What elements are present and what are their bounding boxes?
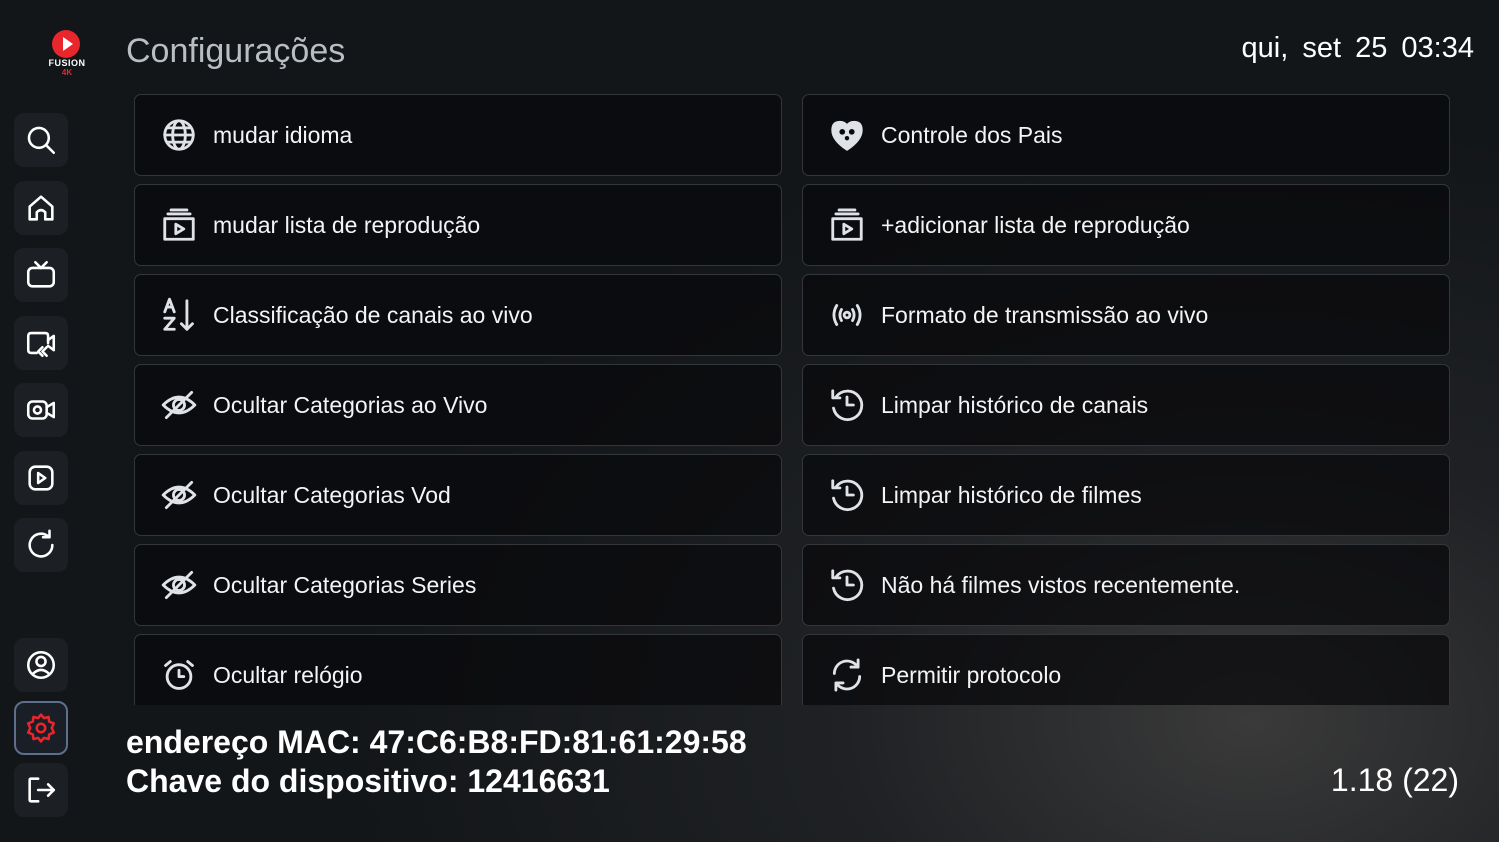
- nav-home-button[interactable]: [14, 181, 68, 235]
- eye-off-icon: [157, 383, 201, 427]
- tv-icon: [26, 260, 56, 288]
- logo-sub: 4K: [61, 68, 73, 77]
- setting-label: Classificação de canais ao vivo: [213, 301, 533, 328]
- alarm-clock-icon: [157, 653, 201, 697]
- nav-account-button[interactable]: [14, 638, 68, 692]
- nav-series-button[interactable]: [14, 451, 68, 505]
- setting-label: mudar idioma: [213, 121, 353, 148]
- setting-label: Ocultar relógio: [213, 661, 363, 688]
- nav-refresh-button[interactable]: [14, 518, 68, 572]
- setting-allow-protocol[interactable]: Permitir protocolo: [802, 634, 1450, 705]
- sync-icon: [825, 653, 869, 697]
- sidebar: FUSION 4K: [0, 0, 88, 842]
- device-key: Chave do dispositivo: 12416631: [126, 763, 610, 799]
- setting-label: Permitir protocolo: [881, 661, 1062, 688]
- broadcast-icon: [825, 293, 869, 337]
- setting-parental-control[interactable]: Controle dos Pais: [802, 94, 1450, 176]
- setting-live-channel-sort[interactable]: Classificação de canais ao vivo: [134, 274, 782, 356]
- setting-label: Limpar histórico de canais: [881, 391, 1149, 418]
- eye-off-icon: [157, 473, 201, 517]
- setting-clear-channel-history[interactable]: Limpar histórico de canais: [802, 364, 1450, 446]
- movies-icon: [26, 400, 56, 420]
- home-icon: [28, 195, 54, 221]
- setting-label: Formato de transmissão ao vivo: [881, 301, 1209, 328]
- globe-icon: [157, 113, 201, 157]
- parental-icon: [825, 113, 869, 157]
- history-icon: [825, 563, 869, 607]
- setting-label: mudar lista de reprodução: [213, 211, 481, 238]
- logout-icon: [28, 777, 56, 803]
- user-icon: [26, 650, 56, 680]
- catchup-icon: [26, 331, 56, 358]
- playlist-icon: [157, 203, 201, 247]
- setting-add-playlist[interactable]: +adicionar lista de reprodução: [802, 184, 1450, 266]
- settings-icon: [26, 713, 56, 743]
- nav-catchup-button[interactable]: [14, 316, 68, 370]
- setting-change-language[interactable]: mudar idioma: [134, 94, 782, 176]
- setting-label: Limpar histórico de filmes: [881, 481, 1142, 508]
- app-version: 1.18 (22): [1330, 762, 1459, 798]
- sort-az-icon: [157, 293, 201, 337]
- clock: qui, set 25 03:34: [1241, 32, 1474, 64]
- nav-search-button[interactable]: [14, 113, 68, 167]
- setting-hide-series-categories[interactable]: Ocultar Categorias Series: [134, 544, 782, 626]
- setting-hide-vod-categories[interactable]: Ocultar Categorias Vod: [134, 454, 782, 536]
- nav-live-tv-button[interactable]: [14, 248, 68, 302]
- setting-hide-clock[interactable]: Ocultar relógio: [134, 634, 782, 705]
- setting-clear-movie-history[interactable]: Limpar histórico de filmes: [802, 454, 1450, 536]
- eye-off-icon: [157, 563, 201, 607]
- logo-play-icon: [52, 30, 80, 58]
- settings-grid: mudar idioma mudar lista de reprodução C…: [134, 94, 1454, 705]
- search-icon: [27, 126, 56, 155]
- nav-settings-button[interactable]: [14, 701, 68, 755]
- history-icon: [825, 383, 869, 427]
- setting-change-playlist[interactable]: mudar lista de reprodução: [134, 184, 782, 266]
- logo-name: FUSION: [48, 58, 86, 68]
- history-icon: [825, 473, 869, 517]
- setting-label: +adicionar lista de reprodução: [881, 211, 1190, 238]
- playlist-icon: [825, 203, 869, 247]
- mac-address: endereço MAC: 47:C6:B8:FD:81:61:29:58: [126, 724, 747, 760]
- refresh-icon: [28, 529, 54, 558]
- setting-label: Ocultar Categorias Vod: [213, 481, 451, 508]
- setting-label: Não há filmes vistos recentemente.: [881, 571, 1241, 598]
- app-logo: FUSION 4K: [44, 30, 90, 80]
- series-icon: [28, 465, 54, 491]
- setting-recent-movies[interactable]: Não há filmes vistos recentemente.: [802, 544, 1450, 626]
- setting-label: Controle dos Pais: [881, 121, 1063, 148]
- setting-live-stream-format[interactable]: Formato de transmissão ao vivo: [802, 274, 1450, 356]
- nav-movies-button[interactable]: [14, 383, 68, 437]
- setting-label: Ocultar Categorias ao Vivo: [213, 391, 488, 418]
- setting-hide-live-categories[interactable]: Ocultar Categorias ao Vivo: [134, 364, 782, 446]
- nav-logout-button[interactable]: [14, 763, 68, 817]
- setting-label: Ocultar Categorias Series: [213, 571, 477, 598]
- page-title: Configurações: [126, 32, 346, 70]
- device-info: endereço MAC: 47:C6:B8:FD:81:61:29:58 Ch…: [126, 723, 747, 801]
